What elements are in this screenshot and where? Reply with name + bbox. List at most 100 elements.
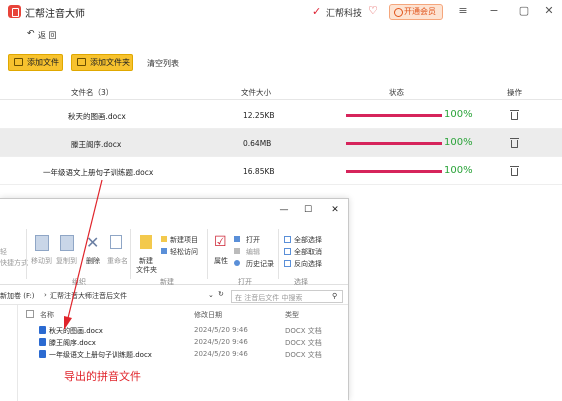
add-file-button[interactable]: 添加文件 (8, 54, 63, 71)
file-row-modified: 2024/5/20 9:46 (194, 338, 248, 346)
file-explorer-window: — ☐ ✕ 轻 快捷方式 移动到 复制到 ✕ 删除 重命名 组织 新建 文件夹 … (0, 198, 349, 401)
app-title: 汇帮注音大师 (25, 9, 85, 20)
file-row-modified: 2024/5/20 9:46 (194, 350, 248, 358)
maximize-icon[interactable]: ▢ (517, 4, 531, 17)
history-button[interactable]: 历史记录 (246, 259, 274, 269)
file-size: 0.64MB (243, 139, 272, 148)
navigation-pane[interactable] (0, 305, 18, 401)
column-name[interactable]: 名称 (40, 310, 54, 320)
easy-access-button[interactable]: 轻松访问 (170, 247, 198, 257)
search-input[interactable]: 在 注音后文件 中搜索 ⚲ (231, 290, 343, 303)
explorer-minimize-icon[interactable]: — (278, 205, 290, 215)
history-icon (234, 260, 240, 266)
refresh-icon[interactable]: ↻ (218, 290, 224, 298)
close-icon[interactable]: ✕ (542, 4, 556, 17)
column-modified[interactable]: 修改日期 (194, 310, 222, 320)
select-none-button[interactable]: 全部取消 (294, 247, 322, 257)
file-row-name[interactable]: 秋天的图画.docx (49, 326, 103, 336)
file-size: 16.85KB (243, 167, 275, 176)
file-row-type: DOCX 文档 (285, 327, 322, 335)
add-folder-button[interactable]: 添加文件夹 (71, 54, 133, 71)
divider (278, 229, 279, 279)
pin-label-1: 轻 (0, 248, 7, 256)
file-name: 秋天的图画.docx (68, 112, 126, 121)
file-row-name[interactable]: 滕王阁序.docx (49, 338, 96, 348)
delete-x-icon[interactable]: ✕ (86, 233, 99, 252)
annotation-label: 导出的拼音文件 (64, 370, 141, 383)
menu-icon[interactable]: ≡ (456, 4, 470, 17)
new-folder-label-2[interactable]: 文件夹 (136, 265, 157, 275)
word-file-icon (39, 350, 46, 358)
open-group-label: 打开 (238, 278, 252, 286)
file-row-name[interactable]: 一年级语文上册句子训练题.docx (49, 350, 152, 360)
file-list: 名称 修改日期 类型 秋天的图画.docx 2024/5/20 9:46 DOC… (18, 305, 348, 401)
rename-icon[interactable] (110, 235, 122, 249)
explorer-maximize-icon[interactable]: ☐ (302, 205, 314, 215)
heart-icon[interactable]: ♡ (368, 4, 378, 17)
clear-list-button[interactable]: 清空列表 (147, 58, 179, 69)
delete-icon[interactable] (510, 110, 519, 120)
new-item-icon (161, 236, 167, 242)
add-file-label: 添加文件 (27, 58, 59, 67)
divider (207, 229, 208, 279)
select-none-icon (284, 248, 291, 255)
app-logo-icon (8, 5, 21, 18)
organize-group-label: 组织 (72, 278, 86, 286)
path-separator: › (85, 291, 88, 299)
open-icon (234, 236, 240, 242)
copy-to-icon[interactable] (60, 235, 74, 251)
search-placeholder: 在 注音后文件 中搜索 (235, 294, 303, 302)
edit-button[interactable]: 编辑 (246, 247, 260, 257)
select-group-label: 选择 (294, 278, 308, 286)
delete-icon[interactable] (510, 166, 519, 176)
back-button[interactable]: 返 回 (38, 30, 57, 41)
file-icon (14, 58, 23, 66)
divider (130, 229, 131, 279)
dropdown-icon[interactable]: ⌄ (208, 291, 214, 299)
vip-button[interactable]: 开通会员 (389, 4, 443, 20)
file-size: 12.25KB (243, 111, 275, 120)
delete-label[interactable]: 删除 (86, 256, 100, 266)
explorer-close-icon[interactable]: ✕ (329, 205, 341, 215)
file-row-type: DOCX 文档 (285, 351, 322, 359)
column-header-status: 状态 (389, 88, 404, 97)
path-segment-drive[interactable]: 新加卷 (F:) (0, 291, 35, 301)
folder-icon (77, 58, 86, 66)
new-group-label: 新建 (160, 278, 174, 286)
move-to-label[interactable]: 移动到 (31, 256, 52, 266)
word-file-icon (39, 326, 46, 334)
back-icon[interactable]: ↶ (27, 29, 35, 39)
properties-check-icon[interactable]: ☑ (214, 234, 227, 250)
column-header-size: 文件大小 (241, 88, 271, 97)
path-segment-folder[interactable]: 注音后文件 (92, 291, 127, 301)
pin-label-2: 快捷方式 (0, 259, 28, 267)
easy-access-icon (161, 248, 167, 254)
delete-icon[interactable] (510, 138, 519, 148)
rename-label[interactable]: 重命名 (107, 256, 128, 266)
add-folder-label: 添加文件夹 (90, 58, 130, 67)
invert-selection-icon (284, 260, 291, 267)
minimize-icon[interactable]: − (487, 4, 501, 17)
search-icon: ⚲ (332, 292, 338, 300)
column-header-action: 操作 (507, 88, 522, 97)
brand-logo-icon: ✓ (312, 5, 322, 18)
file-name: 一年级语文上册句子训练题.docx (43, 168, 154, 177)
column-type[interactable]: 类型 (285, 310, 299, 320)
select-all-checkbox[interactable] (26, 310, 34, 318)
properties-label[interactable]: 属性 (214, 256, 228, 266)
edit-icon (234, 248, 240, 254)
new-item-button[interactable]: 新建项目 (170, 235, 198, 245)
progress-percent: 100% (444, 137, 473, 148)
new-folder-icon[interactable] (140, 235, 152, 249)
progress-percent: 100% (444, 165, 473, 176)
column-header-name: 文件名（3） (71, 88, 114, 97)
copy-to-label[interactable]: 复制到 (56, 256, 77, 266)
move-to-icon[interactable] (35, 235, 49, 251)
address-bar[interactable]: 新加卷 (F:) › 汇帮注音大师 › 注音后文件 ⌄ ↻ 在 注音后文件 中搜… (0, 287, 348, 305)
open-button[interactable]: 打开 (246, 235, 260, 245)
select-all-button[interactable]: 全部选择 (294, 235, 322, 245)
invert-selection-button[interactable]: 反向选择 (294, 259, 322, 269)
ribbon: 轻 快捷方式 移动到 复制到 ✕ 删除 重命名 组织 新建 文件夹 新建项目 轻… (0, 225, 348, 286)
file-row-modified: 2024/5/20 9:46 (194, 326, 248, 334)
progress-bar (346, 170, 442, 173)
